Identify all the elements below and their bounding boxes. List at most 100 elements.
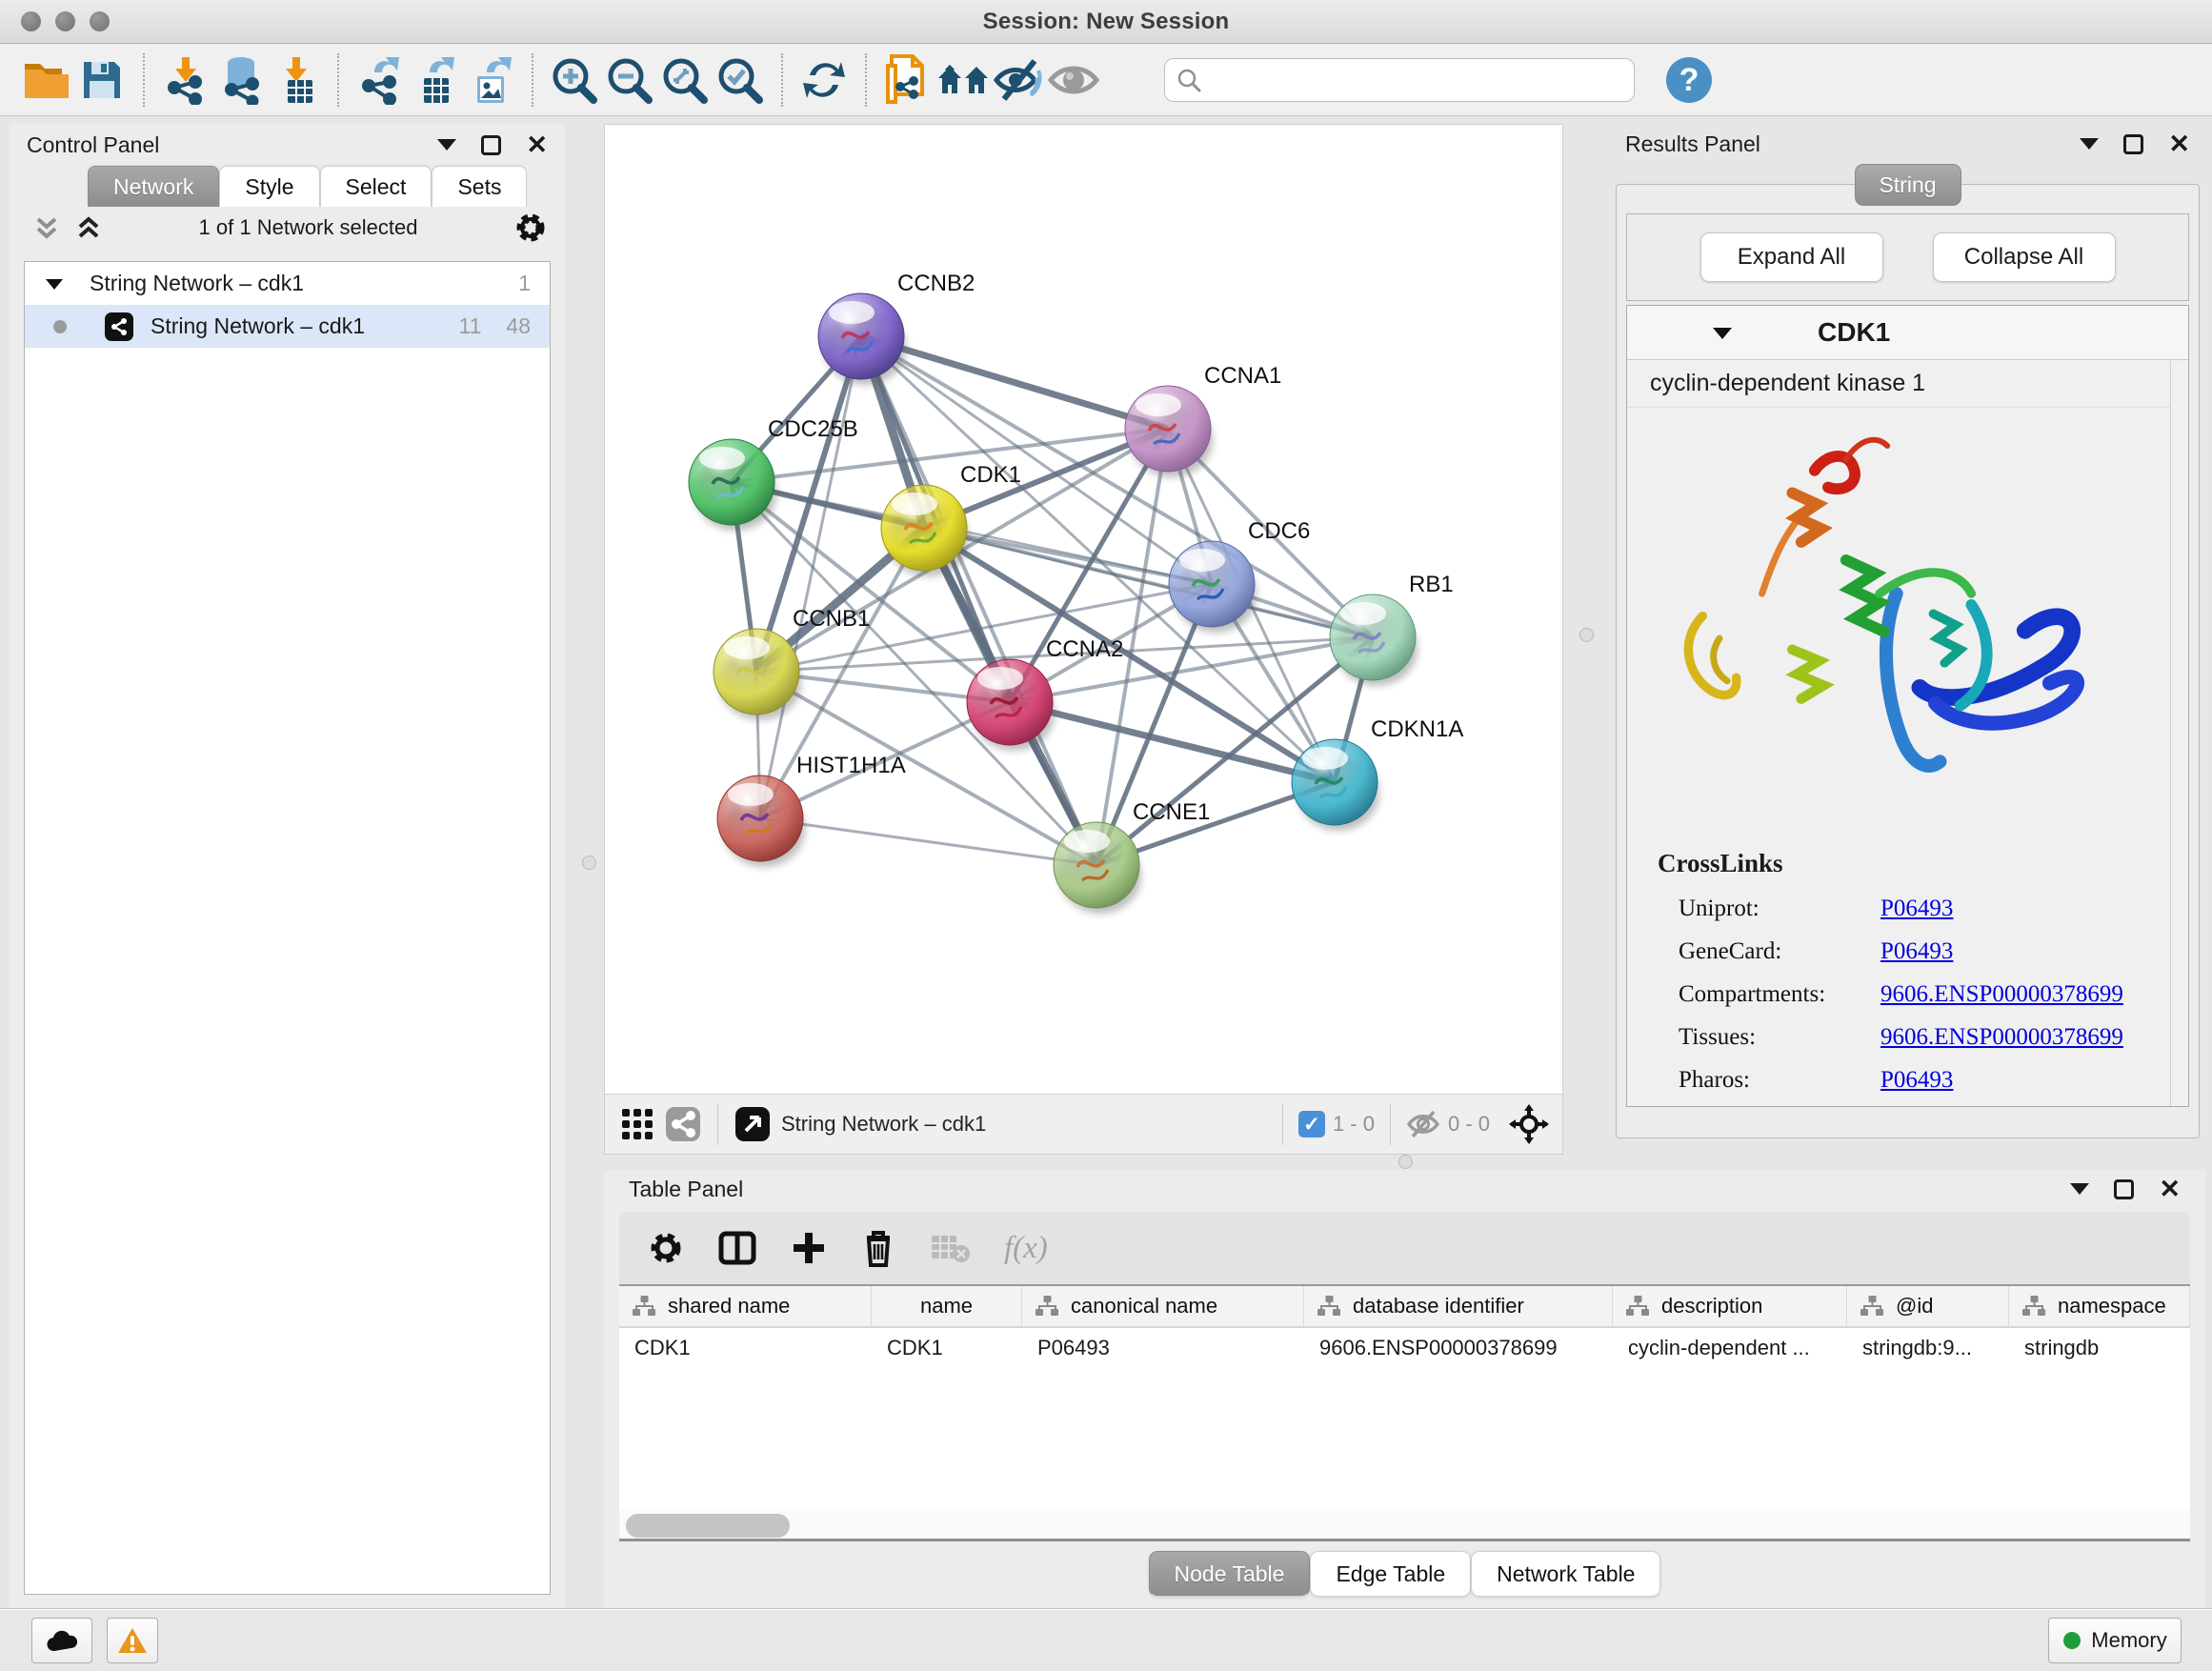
results-scrollbar[interactable]: [2170, 361, 2188, 1106]
collection-expand-icon[interactable]: [44, 275, 65, 292]
network-snapshot-icon[interactable]: [880, 52, 935, 108]
table-cell[interactable]: stringdb:9...: [1847, 1328, 2009, 1368]
table-panel-close-icon[interactable]: ✕: [2159, 1179, 2181, 1199]
show-columns-icon[interactable]: [718, 1229, 756, 1267]
left-splitter-handle[interactable]: [582, 856, 596, 870]
show-all-networks-icon[interactable]: [935, 52, 991, 108]
search-input[interactable]: [1209, 68, 1622, 92]
tab-edge-table[interactable]: Edge Table: [1310, 1551, 1471, 1597]
crosslink-link[interactable]: 9606.ENSP00000378699: [1880, 1024, 2123, 1051]
column-header-0[interactable]: shared name: [619, 1286, 872, 1326]
section-collapse-icon[interactable]: [1711, 324, 1734, 342]
horizontal-splitter-handle[interactable]: [1398, 1155, 1413, 1169]
table-cell[interactable]: 9606.ENSP00000378699: [1304, 1328, 1613, 1368]
expand-all-button[interactable]: Expand All: [1700, 232, 1883, 282]
network-app-icon[interactable]: [664, 1105, 702, 1143]
control-panel-menu-icon[interactable]: [437, 139, 456, 151]
table-cell[interactable]: P06493: [1022, 1328, 1304, 1368]
import-network-database-icon[interactable]: [213, 52, 269, 108]
network-node-CDKN1A[interactable]: CDKN1A: [1292, 716, 1463, 831]
cloud-status-button[interactable]: [31, 1618, 92, 1663]
import-network-file-icon[interactable]: [158, 52, 213, 108]
network-node-CCNA1[interactable]: CCNA1: [1125, 363, 1281, 477]
open-session-icon[interactable]: [19, 52, 74, 108]
network-edge-CCNA2-CDKN1A[interactable]: [1010, 702, 1335, 782]
control-panel-float-icon[interactable]: [481, 135, 501, 155]
table-cell[interactable]: CDK1: [872, 1328, 1022, 1368]
right-splitter-handle[interactable]: [1579, 628, 1594, 642]
crosslink-link[interactable]: P06493: [1880, 1067, 1953, 1094]
table-cell[interactable]: cyclin-dependent ...: [1613, 1328, 1847, 1368]
network-edge-CCNB2-CCNA1[interactable]: [861, 336, 1168, 429]
node-table[interactable]: shared namenamecanonical namedatabase id…: [619, 1284, 2190, 1509]
zoom-in-icon[interactable]: [547, 52, 602, 108]
results-panel-close-icon[interactable]: ✕: [2168, 134, 2190, 154]
table-cell[interactable]: CDK1: [619, 1328, 872, 1368]
help-icon[interactable]: ?: [1661, 52, 1717, 108]
zoom-selected-icon[interactable]: [713, 52, 768, 108]
export-table-icon[interactable]: [408, 52, 463, 108]
tab-network[interactable]: Network: [88, 166, 219, 207]
results-panel-float-icon[interactable]: [2123, 134, 2143, 154]
table-cell[interactable]: stringdb: [2009, 1328, 2190, 1368]
network-node-HIST1H1A[interactable]: HIST1H1A: [717, 753, 906, 867]
table-hscrollbar-thumb[interactable]: [626, 1514, 790, 1538]
expand-all-networks-icon[interactable]: [74, 213, 103, 242]
birds-eye-view-icon[interactable]: [618, 1105, 656, 1143]
network-edge-CCNB2-HIST1H1A[interactable]: [760, 336, 861, 818]
network-node-RB1[interactable]: RB1: [1330, 572, 1454, 686]
create-column-icon[interactable]: [791, 1230, 827, 1266]
results-panel-menu-icon[interactable]: [2080, 138, 2099, 150]
network-collection-row[interactable]: String Network – cdk1 1: [25, 262, 550, 305]
import-table-file-icon[interactable]: [269, 52, 324, 108]
tab-network-table[interactable]: Network Table: [1471, 1551, 1660, 1597]
export-image-icon[interactable]: [463, 52, 518, 108]
tab-select[interactable]: Select: [320, 166, 432, 207]
column-header-5[interactable]: @id: [1847, 1286, 2009, 1326]
save-session-icon[interactable]: [74, 52, 130, 108]
column-header-2[interactable]: canonical name: [1022, 1286, 1304, 1326]
fit-content-crosshair-icon[interactable]: [1509, 1104, 1549, 1144]
crosslink-link[interactable]: P06493: [1880, 938, 1953, 965]
control-panel-close-icon[interactable]: ✕: [526, 135, 548, 155]
crosslink-link[interactable]: 9606.ENSP00000378699: [1880, 981, 2123, 1008]
delete-column-icon[interactable]: [861, 1228, 895, 1268]
tab-string[interactable]: String: [1855, 164, 1961, 206]
selected-items-checkbox[interactable]: ✓: [1298, 1111, 1325, 1137]
network-node-CDK1[interactable]: CDK1: [881, 462, 1021, 576]
warnings-button[interactable]: [107, 1618, 158, 1663]
table-row[interactable]: CDK1CDK1P064939606.ENSP00000378699cyclin…: [619, 1328, 2190, 1368]
delete-table-icon[interactable]: [930, 1232, 970, 1264]
network-options-gear-icon[interactable]: [513, 211, 548, 245]
collapse-all-button[interactable]: Collapse All: [1933, 232, 2116, 282]
column-header-4[interactable]: description: [1613, 1286, 1847, 1326]
crosslink-link[interactable]: P06493: [1880, 896, 1953, 922]
tab-style[interactable]: Style: [219, 166, 319, 207]
network-edge-CCNE1-HIST1H1A[interactable]: [760, 818, 1096, 865]
network-node-CCNB2[interactable]: CCNB2: [818, 271, 975, 385]
tab-node-table[interactable]: Node Table: [1149, 1551, 1311, 1597]
network-node-CCNE1[interactable]: CCNE1: [1054, 799, 1210, 914]
memory-button[interactable]: Memory: [2048, 1618, 2182, 1663]
open-in-window-icon[interactable]: [734, 1105, 772, 1143]
network-row[interactable]: String Network – cdk1 11 48: [25, 305, 550, 348]
table-options-gear-icon[interactable]: [648, 1230, 684, 1266]
refresh-view-icon[interactable]: [796, 52, 852, 108]
table-hscrollbar[interactable]: [619, 1509, 2190, 1541]
table-panel-menu-icon[interactable]: [2070, 1183, 2089, 1195]
zoom-out-icon[interactable]: [602, 52, 657, 108]
network-canvas[interactable]: CCNB2CCNA1CDC25BCDK1CDC6RB1CCNB1CCNA2CDK…: [605, 125, 1562, 1094]
column-header-3[interactable]: database identifier: [1304, 1286, 1613, 1326]
network-edge-CCNB2-CCNE1[interactable]: [861, 336, 1096, 865]
show-hidden-icon[interactable]: [1046, 52, 1101, 108]
zoom-fit-icon[interactable]: [657, 52, 713, 108]
hide-selected-icon[interactable]: [991, 52, 1046, 108]
table-panel-float-icon[interactable]: [2114, 1179, 2134, 1199]
function-builder-icon[interactable]: f(x): [1004, 1231, 1048, 1266]
collapse-all-networks-icon[interactable]: [32, 213, 61, 242]
column-header-6[interactable]: namespace: [2009, 1286, 2190, 1326]
export-network-icon[interactable]: [352, 52, 408, 108]
gene-section-header[interactable]: CDK1: [1627, 306, 2188, 360]
column-header-1[interactable]: name: [872, 1286, 1022, 1326]
tab-sets[interactable]: Sets: [432, 166, 527, 207]
